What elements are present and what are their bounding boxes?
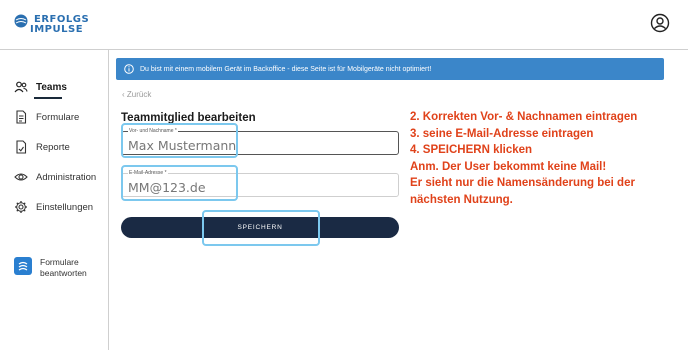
forms-answer-app-icon: [14, 257, 32, 275]
report-icon: [16, 140, 27, 154]
eye-icon: [14, 173, 28, 181]
forms-answer-label: Formulare beantworten: [40, 257, 87, 278]
logo-text-line2: IMPULSE: [30, 24, 84, 35]
back-link[interactable]: ‹ Zurück: [122, 90, 151, 99]
sidebar-item-formulare[interactable]: Formulare: [14, 108, 79, 126]
instruction-line: 4. SPEICHERN klicken: [410, 144, 533, 156]
name-field[interactable]: Vor- und Nachname * Max Mustermann: [121, 128, 399, 155]
instruction-annotation: 2. Korrekten Vor- & Nachnamen eintragen …: [410, 109, 680, 208]
sidebar-item-label: Reporte: [36, 141, 70, 153]
instruction-line: nächsten Nutzung.: [410, 193, 513, 206]
top-header: ERFOLGS IMPULSE: [0, 0, 688, 50]
instruction-line: 2. Korrekten Vor- & Nachnamen eintragen: [410, 111, 638, 123]
logo-globe-icon: [14, 14, 28, 28]
users-icon: [14, 81, 28, 93]
mobile-warning-banner: Du bist mit einem mobilem Gerät im Backo…: [116, 58, 664, 80]
page: ERFOLGS IMPULSE Teams Formulare Reporte …: [0, 0, 688, 350]
email-field-value: MM@123.de: [128, 180, 206, 195]
sidebar-item-label: Formulare: [36, 111, 80, 123]
active-nav-indicator: [34, 97, 62, 99]
instruction-line: 3. seine E-Mail-Adresse eintragen: [410, 127, 594, 140]
gear-icon: [15, 201, 27, 213]
name-field-label: Vor- und Nachname *: [128, 128, 178, 134]
brand-logo[interactable]: ERFOLGS IMPULSE: [14, 14, 94, 38]
sidebar-item-teams[interactable]: Teams: [14, 78, 67, 96]
document-icon: [16, 110, 27, 124]
user-circle-icon[interactable]: [650, 13, 670, 33]
sidebar-item-einstellungen[interactable]: Einstellungen: [14, 198, 93, 216]
save-button[interactable]: SPEICHERN: [121, 217, 399, 238]
banner-text: Du bist mit einem mobilem Gerät im Backo…: [140, 65, 432, 73]
sidebar-item-label: Administration: [36, 171, 97, 183]
form-title: Teammitglied bearbeiten: [121, 112, 256, 124]
sidebar-item-reporte[interactable]: Reporte: [14, 138, 70, 156]
sidebar-forms-answer[interactable]: Formulare beantworten: [14, 257, 100, 279]
email-field[interactable]: E-Mail-Adresse * MM@123.de: [121, 170, 399, 197]
instruction-line: Anm. Der User bekommt keine Mail!: [410, 160, 607, 173]
sidebar-item-administration[interactable]: Administration: [14, 168, 96, 186]
sidebar-item-label: Einstellungen: [36, 201, 94, 213]
sidebar-item-label: Teams: [36, 81, 67, 93]
save-button-label: SPEICHERN: [237, 224, 283, 231]
info-icon: [124, 64, 134, 74]
name-field-value: Max Mustermann: [128, 138, 237, 153]
instruction-line: Er sieht nur die Namensänderung bei der: [410, 177, 635, 189]
email-field-label: E-Mail-Adresse *: [128, 170, 168, 176]
